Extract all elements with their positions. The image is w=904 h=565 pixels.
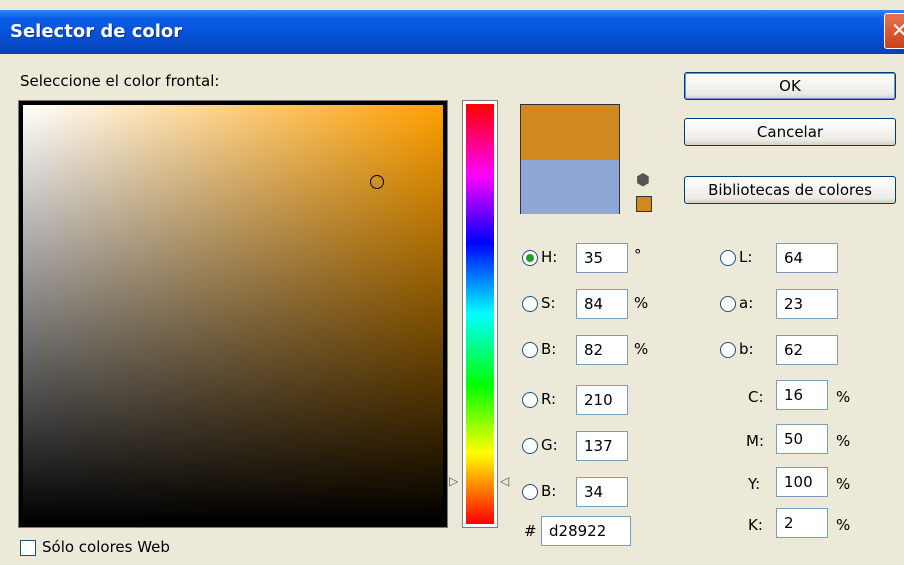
b-channel-field[interactable]: 62	[776, 335, 838, 365]
cyan-label: C:	[748, 388, 764, 406]
hue-arrow-left-icon[interactable]: ▷	[449, 474, 458, 488]
close-icon: ✕	[891, 18, 904, 42]
radio-hue[interactable]	[522, 250, 538, 266]
blue-label: B:	[541, 482, 557, 500]
saturation-unit: %	[634, 294, 649, 312]
blue-field[interactable]: 34	[576, 477, 628, 507]
magenta-label: M:	[746, 432, 764, 450]
brightness-label: B:	[541, 340, 557, 358]
window-title: Selector de color	[10, 21, 183, 42]
color-field[interactable]	[18, 100, 448, 528]
color-picker-ring[interactable]	[370, 175, 384, 189]
hue-label: H:	[541, 248, 558, 266]
cube-icon[interactable]: ⬢	[636, 170, 650, 189]
title-bar: Selector de color ✕	[0, 10, 904, 54]
red-label: R:	[541, 390, 557, 408]
green-field[interactable]: 137	[576, 431, 628, 461]
gamut-color-swatch[interactable]	[636, 196, 652, 212]
saturation-brightness-gradient[interactable]	[23, 105, 443, 523]
hue-arrow-right-icon[interactable]: ◁	[500, 474, 509, 488]
hue-spectrum[interactable]	[466, 104, 494, 524]
web-only-label[interactable]: Sólo colores Web	[42, 538, 170, 556]
color-libraries-button[interactable]: Bibliotecas de colores	[684, 176, 896, 204]
radio-a-channel[interactable]	[720, 296, 736, 312]
radio-brightness[interactable]	[522, 342, 538, 358]
black-field[interactable]: 2	[776, 508, 828, 538]
hue-slider[interactable]	[462, 100, 498, 528]
saturation-field[interactable]: 84	[576, 289, 628, 319]
saturation-label: S:	[541, 294, 556, 312]
new-color-swatch	[521, 105, 619, 160]
radio-green[interactable]	[522, 438, 538, 454]
magenta-unit: %	[836, 432, 851, 450]
yellow-label: Y:	[748, 475, 761, 493]
brightness-field[interactable]: 82	[576, 335, 628, 365]
lightness-field[interactable]: 64	[776, 243, 838, 273]
cancel-button[interactable]: Cancelar	[684, 118, 896, 146]
close-button[interactable]: ✕	[884, 13, 904, 49]
a-channel-label: a:	[739, 294, 754, 312]
yellow-unit: %	[836, 475, 851, 493]
hue-unit: °	[634, 246, 642, 264]
current-color-swatch[interactable]	[521, 160, 619, 214]
radio-b-channel[interactable]	[720, 342, 736, 358]
radio-red[interactable]	[522, 392, 538, 408]
hue-field[interactable]: 35	[576, 243, 628, 273]
green-label: G:	[541, 436, 558, 454]
brightness-unit: %	[634, 340, 649, 358]
a-channel-field[interactable]: 23	[776, 289, 838, 319]
cyan-field[interactable]: 16	[776, 380, 828, 410]
black-label: K:	[748, 516, 763, 534]
hex-field[interactable]: d28922	[541, 516, 631, 546]
yellow-field[interactable]: 100	[776, 467, 828, 497]
cyan-unit: %	[836, 388, 851, 406]
b-channel-label: b:	[739, 340, 754, 358]
black-unit: %	[836, 516, 851, 534]
prompt-label: Seleccione el color frontal:	[20, 72, 220, 90]
ok-button[interactable]: OK	[684, 72, 896, 100]
radio-saturation[interactable]	[522, 296, 538, 312]
radio-lightness[interactable]	[720, 250, 736, 266]
hex-label: #	[524, 522, 537, 540]
magenta-field[interactable]: 50	[776, 424, 828, 454]
red-field[interactable]: 210	[576, 385, 628, 415]
radio-blue[interactable]	[522, 484, 538, 500]
web-only-checkbox[interactable]	[20, 540, 36, 556]
color-preview	[520, 104, 620, 214]
lightness-label: L:	[739, 248, 753, 266]
